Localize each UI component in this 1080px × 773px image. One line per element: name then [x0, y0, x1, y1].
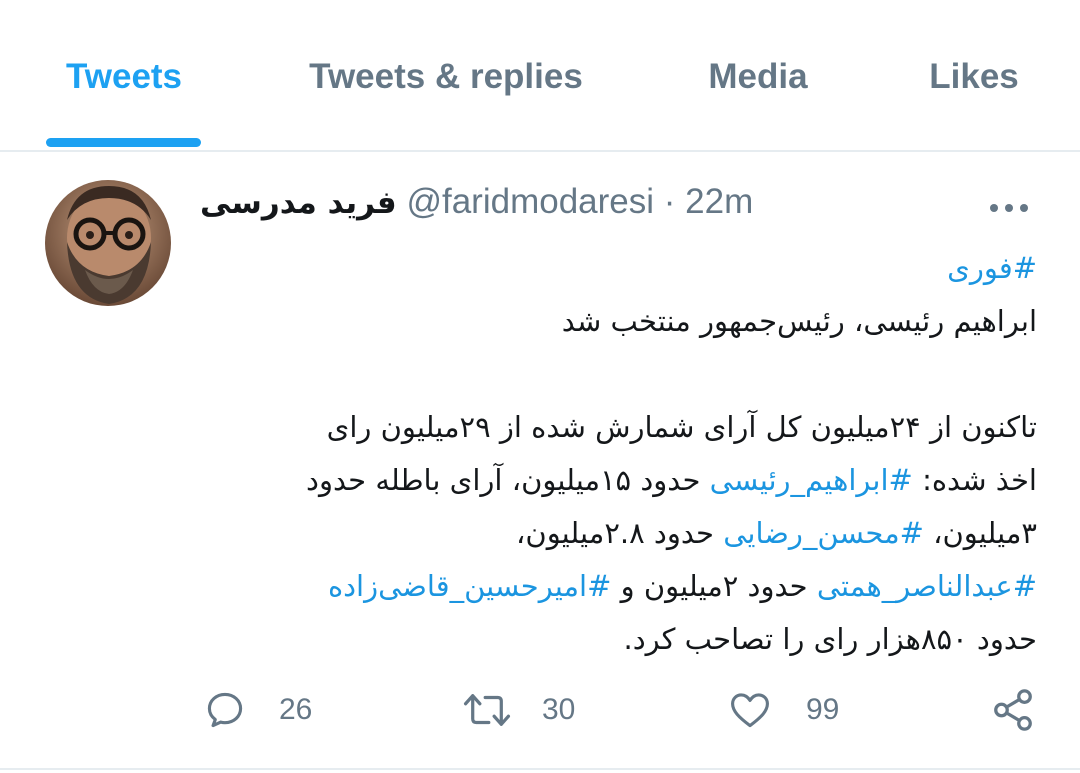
tweet-line: تاکنون از ۲۴میلیون کل آرای شمارش شده از … — [326, 410, 1037, 444]
retweet-count: 30 — [542, 693, 576, 726]
avatar-image — [45, 180, 171, 306]
tweet-line: اخذ شده: #ابراهیم_رئیسی حدود ۱۵میلیون، آ… — [306, 463, 1037, 497]
author-handle[interactable]: @faridmodaresi — [406, 182, 654, 221]
tab-likes[interactable]: Likes — [928, 48, 1020, 106]
hashtag-link[interactable]: #امیرحسین_قاضی‌زاده — [328, 569, 611, 603]
tweet-text: #فوری ابراهیم رئیسی، رئیس‌جمهور منتخب شد… — [205, 242, 1037, 666]
hashtag-link[interactable]: #عبدالناصر_همتی — [817, 569, 1037, 603]
retweet-button[interactable]: 30 — [462, 680, 575, 740]
tweet-actions: 26 30 99 — [0, 680, 1080, 740]
hashtag-link[interactable]: #فوری — [947, 251, 1037, 285]
profile-tabs: Tweets Tweets & replies Media Likes — [0, 0, 1080, 152]
tab-tweets-and-replies[interactable]: Tweets & replies — [302, 48, 590, 106]
like-button[interactable]: 99 — [728, 680, 839, 740]
separator-dot: · — [663, 182, 676, 221]
reply-button[interactable]: 26 — [203, 680, 312, 740]
like-count: 99 — [806, 693, 840, 726]
more-horizontal-icon[interactable] — [990, 198, 1034, 218]
tweet-line: حدود ۸۵۰هزار رای را تصاحب کرد. — [623, 622, 1037, 656]
share-icon — [994, 689, 1032, 731]
heart-icon — [731, 693, 769, 728]
share-button[interactable] — [990, 680, 1036, 740]
tweet[interactable]: فرید مدرسی @faridmodaresi · 22m #فوری اب… — [0, 152, 1080, 770]
tab-media[interactable]: Media — [704, 48, 812, 106]
avatar[interactable] — [45, 180, 171, 306]
tweet-line: #عبدالناصر_همتی حدود ۲میلیون و #امیرحسین… — [327, 569, 1037, 603]
hashtag-link[interactable]: #محسن_رضایی — [723, 516, 924, 550]
tweet-header: فرید مدرسی @faridmodaresi · 22m — [200, 182, 840, 230]
retweet-icon — [463, 694, 511, 726]
hashtag-link[interactable]: #ابراهیم_رئیسی — [710, 463, 913, 497]
tweet-time[interactable]: 22m — [685, 182, 753, 221]
tweet-line: ۳میلیون، #محسن_رضایی حدود ۲.۸میلیون، — [516, 516, 1037, 550]
tab-tweets[interactable]: Tweets — [60, 48, 188, 106]
active-tab-indicator — [46, 138, 201, 147]
reply-count: 26 — [279, 693, 313, 726]
reply-icon — [207, 692, 243, 728]
tweet-line: ابراهیم رئیسی، رئیس‌جمهور منتخب شد — [561, 304, 1037, 338]
author-name[interactable]: فرید مدرسی — [200, 185, 397, 221]
